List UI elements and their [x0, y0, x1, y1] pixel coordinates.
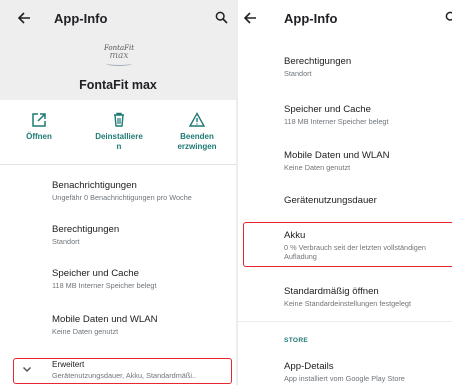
arrow-back-icon[interactable] — [14, 8, 34, 28]
trash-icon — [114, 112, 124, 127]
arrow-back-icon[interactable] — [240, 8, 260, 28]
app-info-screen-main: App-Info FontaFit max FontaFit max Öffne… — [0, 0, 236, 385]
settings-item-notifications[interactable]: Benachrichtigungen Ungefähr 0 Benachrich… — [52, 180, 236, 202]
warning-triangle-icon — [189, 112, 205, 127]
app-bar: App-Info — [0, 0, 236, 36]
chevron-down-icon[interactable] — [20, 362, 34, 376]
settings-item-storage[interactable]: Speicher und Cache 118 MB Interner Speic… — [52, 268, 236, 290]
app-bar: App-Info — [238, 0, 452, 36]
search-icon[interactable] — [212, 8, 230, 26]
app-name: FontaFit max — [79, 78, 157, 92]
settings-item-app-details[interactable]: App-Details App installiert vom Google P… — [284, 361, 452, 383]
page-title: App-Info — [54, 11, 108, 26]
settings-item-mobile-data[interactable]: Mobile Daten und WLAN Keine Daten genutz… — [52, 314, 236, 336]
divider — [238, 321, 452, 322]
settings-item-battery[interactable]: Akku 0 % Verbrauch seit der letzten voll… — [284, 230, 452, 261]
settings-item-mobile-data[interactable]: Mobile Daten und WLAN Keine Daten genutz… — [284, 150, 452, 172]
app-logo: FontaFit max — [102, 44, 136, 68]
settings-item-open-by-default[interactable]: Standardmäßig öffnen Keine Standardeinst… — [284, 286, 452, 308]
settings-item-permissions[interactable]: Berechtigungen Standort — [284, 56, 452, 78]
force-stop-button[interactable]: Beenden erzwingen — [162, 112, 232, 152]
settings-item-storage[interactable]: Speicher und Cache 118 MB Interner Speic… — [284, 104, 452, 126]
force-stop-label: Beenden erzwingen — [177, 132, 217, 151]
uninstall-button[interactable]: Deinstalliere n — [84, 112, 154, 152]
uninstall-label: Deinstalliere n — [95, 132, 143, 151]
settings-item-screen-time[interactable]: Gerätenutzungsdauer — [284, 195, 452, 207]
settings-item-advanced[interactable]: Erweitert Gerätenutzungsdauer, Akku, Sta… — [52, 360, 236, 380]
divider — [0, 164, 236, 165]
open-in-new-icon — [32, 113, 46, 127]
section-header-store: STORE — [284, 337, 309, 344]
open-label: Öffnen — [26, 132, 52, 141]
page-title: App-Info — [284, 11, 338, 26]
open-button[interactable]: Öffnen — [4, 112, 74, 142]
settings-item-permissions[interactable]: Berechtigungen Standort — [52, 224, 236, 246]
search-icon[interactable] — [442, 8, 452, 26]
app-info-screen-advanced: App-Info Berechtigungen Standort Speiche… — [238, 0, 452, 385]
